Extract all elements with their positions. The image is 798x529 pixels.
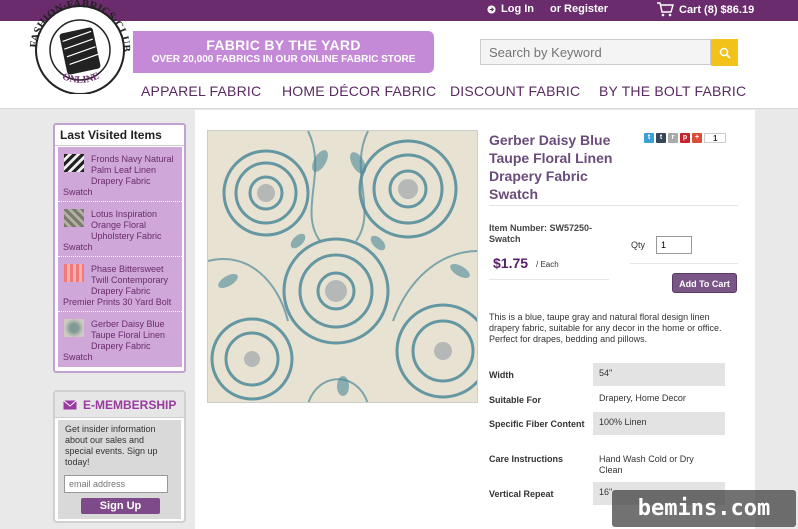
cart-summary: Cart (8) $86.19	[679, 3, 755, 16]
qty-label: Qty	[631, 240, 646, 250]
envelope-icon	[63, 399, 77, 409]
divider	[630, 263, 738, 264]
list-item-tail[interactable]: Premier Prints 30 Yard Bolt	[63, 297, 171, 308]
item-number: Item Number: SW57250-Swatch	[489, 223, 593, 244]
list-item[interactable]: Phase Bittersweet Twill Contemporary Dra…	[58, 257, 182, 312]
fabric-thumbnail[interactable]	[64, 319, 84, 337]
last-visited-title: Last Visited Items	[55, 125, 184, 146]
login-label: Log In	[501, 3, 534, 15]
divider	[489, 279, 609, 280]
list-item-label[interactable]: Lotus Inspiration Orange Floral Upholste…	[91, 209, 179, 242]
spec-label: Vertical Repeat	[489, 489, 554, 499]
last-visited-list: Fronds Navy Natural Palm Leaf Linen Drap…	[58, 147, 182, 367]
cart-icon	[657, 2, 674, 17]
spec-value: Drapery, Home Decor	[599, 393, 686, 403]
spec-label: Suitable For	[489, 395, 542, 405]
login-icon	[487, 4, 496, 14]
banner-headline: FABRIC BY THE YARD	[206, 37, 361, 53]
social-share-bar: t t r p + 1	[644, 133, 727, 143]
google-plus-icon[interactable]: +	[692, 133, 702, 143]
login-link[interactable]: Log In	[487, 3, 534, 15]
nav-home-decor-fabric[interactable]: HOME DÉCOR FABRIC	[282, 83, 436, 99]
fabric-thumbnail[interactable]	[64, 209, 84, 227]
list-item[interactable]: Fronds Navy Natural Palm Leaf Linen Drap…	[58, 147, 182, 202]
list-item-label[interactable]: Gerber Daisy Blue Taupe Floral Linen Dra…	[91, 319, 179, 352]
search-button[interactable]	[711, 39, 738, 66]
list-item-label[interactable]: Phase Bittersweet Twill Contemporary Dra…	[91, 264, 179, 297]
membership-text: Get insider information about our sales …	[65, 424, 158, 467]
list-item[interactable]: Gerber Daisy Blue Taupe Floral Linen Dra…	[58, 312, 182, 367]
tumblr-icon[interactable]: t	[656, 133, 666, 143]
spec-value: 100% Linen	[593, 412, 725, 435]
quantity-input[interactable]	[656, 236, 692, 254]
search-icon	[719, 47, 731, 59]
list-item-tail[interactable]: Swatch	[63, 187, 93, 198]
list-item-tail[interactable]: Swatch	[63, 242, 93, 253]
membership-panel: E-MEMBERSHIP Get insider information abo…	[53, 390, 186, 523]
last-visited-panel: Last Visited Items Fronds Navy Natural P…	[53, 123, 186, 373]
fabric-thumbnail[interactable]	[64, 264, 84, 282]
spec-value: 54"	[593, 363, 725, 386]
add-to-cart-button[interactable]: Add To Cart	[672, 273, 737, 293]
search-input[interactable]	[480, 39, 711, 65]
spec-row-fiber-content: Specific Fiber Content 100% Linen	[489, 412, 726, 435]
email-field[interactable]	[64, 475, 168, 493]
price-unit: / Each	[536, 260, 559, 269]
product-title: Gerber Daisy Blue Taupe Floral Linen Dra…	[489, 132, 613, 202]
fabric-thumbnail[interactable]	[64, 154, 84, 172]
spec-row-width: Width 54"	[489, 363, 726, 386]
divider	[489, 205, 738, 206]
spec-row-care: Care Instructions Hand Wash Cold or Dry …	[489, 449, 726, 479]
pinterest-icon[interactable]: p	[680, 133, 690, 143]
nav-by-the-bolt-fabric[interactable]: BY THE BOLT FABRIC	[599, 83, 746, 99]
share-count: 1	[704, 133, 727, 143]
cart-link[interactable]: Cart (8) $86.19	[656, 2, 754, 17]
spec-row-suitable-for: Suitable For Drapery, Home Decor	[489, 388, 726, 411]
site-logo[interactable]: FASHION·FABRICS·CLUB ONLINE	[25, 0, 135, 95]
product-price: $1.75	[493, 255, 529, 271]
membership-header: E-MEMBERSHIP	[55, 392, 184, 418]
spec-label: Specific Fiber Content	[489, 419, 585, 429]
banner-subline: OVER 20,000 FABRICS IN OUR ONLINE FABRIC…	[151, 54, 416, 65]
list-item-tail[interactable]: Swatch	[63, 352, 93, 363]
product-image[interactable]	[207, 130, 478, 403]
nav-discount-fabric[interactable]: DISCOUNT FABRIC	[450, 83, 580, 99]
product-description: This is a blue, taupe gray and natural f…	[489, 312, 722, 344]
reddit-icon[interactable]: r	[668, 133, 678, 143]
list-item[interactable]: Lotus Inspiration Orange Floral Upholste…	[58, 202, 182, 257]
nav-apparel-fabric[interactable]: APPAREL FABRIC	[141, 83, 261, 99]
spec-value: Hand Wash Cold or Dry Clean	[599, 454, 694, 475]
twitter-icon[interactable]: t	[644, 133, 654, 143]
promo-banner[interactable]: FABRIC BY THE YARD OVER 20,000 FABRICS I…	[133, 31, 434, 73]
spec-label: Care Instructions	[489, 454, 564, 464]
list-item-label[interactable]: Fronds Navy Natural Palm Leaf Linen Drap…	[91, 154, 179, 187]
sign-up-button[interactable]: Sign Up	[81, 498, 160, 514]
spec-label: Width	[489, 370, 514, 380]
site-watermark: bemins.com	[612, 490, 796, 527]
register-link[interactable]: or Register	[550, 3, 608, 15]
membership-title: E-MEMBERSHIP	[83, 397, 177, 412]
